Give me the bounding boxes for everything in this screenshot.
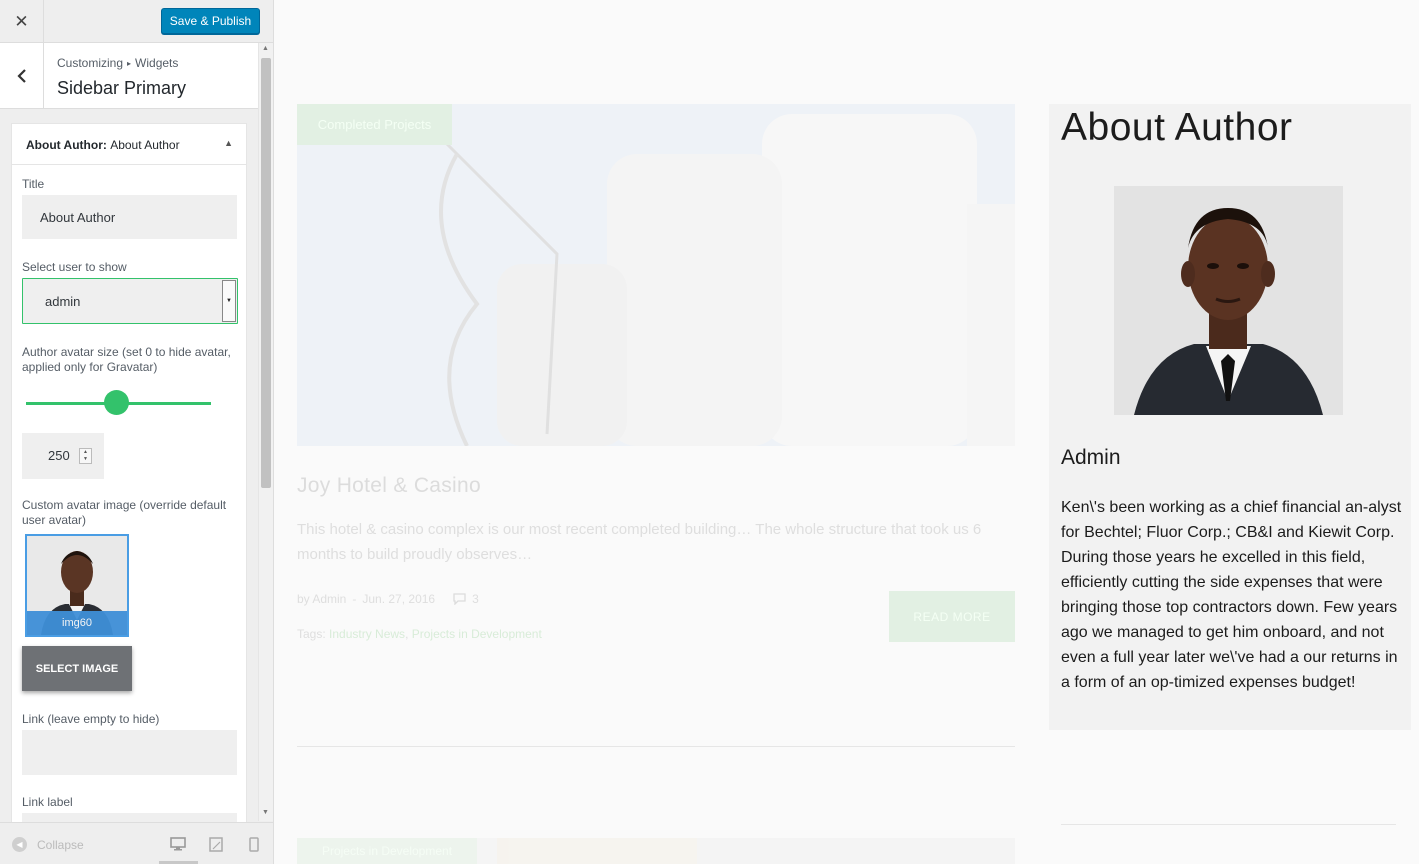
widget-title-bar[interactable]: About Author: About Author ▲ xyxy=(12,124,246,165)
customizer-footer: ◀ Collapse xyxy=(0,822,273,864)
avatar-size-number-input[interactable]: 250 ▲ ▼ xyxy=(22,433,104,479)
industrial-silos-image xyxy=(297,104,1015,446)
about-author-title: About Author xyxy=(1061,106,1293,149)
post-comment-count[interactable]: 3 xyxy=(472,592,479,606)
post-category-badge[interactable]: Completed Projects xyxy=(297,104,452,145)
scroll-thumb[interactable] xyxy=(261,58,271,488)
custom-avatar-thumbnail[interactable]: img60 xyxy=(25,534,129,637)
tag-link[interactable]: Industry News xyxy=(329,627,405,641)
breadcrumb: Customizing ▸ Widgets xyxy=(57,56,178,70)
tag-link[interactable]: Projects in Development xyxy=(412,627,542,641)
save-publish-button[interactable]: Save & Publish xyxy=(161,8,260,34)
scroll-up-icon[interactable]: ▲ xyxy=(262,45,269,52)
avatar-size-slider-handle[interactable] xyxy=(104,390,130,415)
avatar-filename: img60 xyxy=(27,611,127,635)
customizer-panel: ✕ Save & Publish Customizing ▸ Widgets Sid… xyxy=(0,0,274,864)
collapse-button[interactable]: ◀ Collapse xyxy=(12,837,84,852)
chevron-left-icon xyxy=(16,69,26,83)
next-post-badge[interactable]: Projects in Development xyxy=(297,838,477,864)
caret-up-icon[interactable]: ▲ xyxy=(224,138,233,148)
post-meta: by Admin - Jun. 27, 2016 3 xyxy=(297,592,479,606)
scroll-down-icon[interactable]: ▼ xyxy=(262,809,269,816)
widget-title-name: About Author xyxy=(110,138,180,152)
customizer-header: ✕ Save & Publish xyxy=(0,0,273,43)
custom-avatar-label: Custom avatar image (override default us… xyxy=(22,498,227,527)
post-excerpt: This hotel & casino complex is our most … xyxy=(297,521,982,563)
link-label: Link (leave empty to hide) xyxy=(22,712,160,726)
author-bio: Ken\'s been working as a chief financial… xyxy=(1061,499,1402,691)
site-preview: Completed Projects Joy Hotel & Casino Th… xyxy=(274,0,1419,864)
section-header: Customizing ▸ Widgets Sidebar Primary xyxy=(0,43,258,109)
close-icon: ✕ xyxy=(14,11,29,31)
title-label: Title xyxy=(22,177,45,191)
author-avatar xyxy=(1114,186,1343,415)
tags-label: Tags: xyxy=(297,627,326,641)
breadcrumb-current: Widgets xyxy=(135,56,179,70)
collapse-icon: ◀ xyxy=(12,837,27,852)
read-more-button[interactable]: READ MORE xyxy=(889,591,1015,642)
select-image-button[interactable]: SELECT IMAGE xyxy=(22,646,132,691)
title-input[interactable]: About Author xyxy=(22,195,237,239)
dropdown-arrow-icon[interactable]: ▼ xyxy=(222,280,236,322)
post-featured-image[interactable]: Completed Projects xyxy=(297,104,1015,446)
link-input[interactable] xyxy=(22,730,237,775)
user-select-label: Select user to show xyxy=(22,260,127,274)
back-button[interactable] xyxy=(0,43,44,109)
widget-title-prefix: About Author: xyxy=(26,138,107,152)
section-title: Sidebar Primary xyxy=(57,78,187,98)
post-title[interactable]: Joy Hotel & Casino xyxy=(297,474,481,498)
widget-title: About Author: About Author xyxy=(26,138,180,152)
avatar-size-value: 250 xyxy=(48,448,70,463)
post-author[interactable]: by Admin xyxy=(297,592,346,606)
author-name: Admin xyxy=(1061,446,1121,469)
link-text-label: Link label xyxy=(22,795,73,809)
next-post-preview[interactable]: Projects in Development xyxy=(297,838,1015,864)
about-author-widget-preview: About Author Admin Ken\'s been working a… xyxy=(1049,104,1411,730)
panel-scrollbar[interactable]: ▲ ▼ xyxy=(258,43,273,821)
user-select[interactable]: admin ▼ xyxy=(22,278,238,324)
post-divider xyxy=(297,746,1015,747)
author-portrait-image xyxy=(1114,186,1343,415)
post-date: Jun. 27, 2016 xyxy=(362,592,436,606)
number-spinner-icon[interactable]: ▲ ▼ xyxy=(79,448,92,464)
post-tags: Tags: Industry News, Projects in Develop… xyxy=(297,627,542,641)
breadcrumb-root: Customizing xyxy=(57,56,124,70)
sidebar-divider xyxy=(1061,824,1396,825)
avatar-size-label: Author avatar size (set 0 to hide avatar… xyxy=(22,345,231,374)
mobile-icon[interactable] xyxy=(245,835,263,853)
collapse-label: Collapse xyxy=(37,837,84,852)
breadcrumb-separator-icon: ▸ xyxy=(127,59,132,68)
tablet-icon[interactable] xyxy=(207,835,225,853)
desktop-icon[interactable] xyxy=(169,835,187,853)
comment-icon xyxy=(453,593,466,605)
close-customizer-button[interactable]: ✕ xyxy=(0,0,44,43)
about-author-widget: About Author: About Author ▲ Title About… xyxy=(11,123,247,853)
meta-separator: - xyxy=(352,592,357,606)
user-select-value: admin xyxy=(45,294,81,309)
